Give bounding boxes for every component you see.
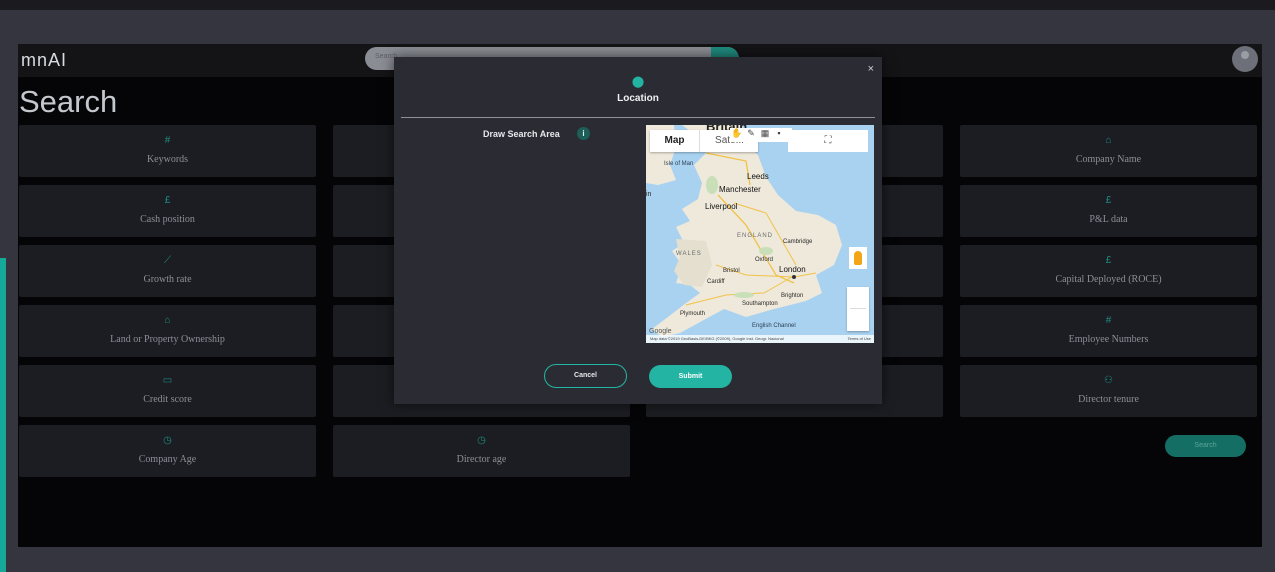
polygon-icon[interactable]: ▦ bbox=[758, 128, 772, 139]
tile-label: P&L data bbox=[1089, 214, 1128, 225]
tile-growth-rate[interactable]: ⟋ Growth rate bbox=[19, 245, 316, 297]
location-modal: × ⬤ Location Draw Search Area i Britain … bbox=[394, 57, 882, 404]
clock-icon: ◷ bbox=[477, 435, 486, 446]
tile-land-property[interactable]: ⌂ Land or Property Ownership bbox=[19, 305, 316, 357]
map-label: Cardiff bbox=[707, 279, 725, 285]
map-tab-map[interactable]: Map bbox=[650, 130, 700, 152]
tile-credit-score[interactable]: ▭ Credit score bbox=[19, 365, 316, 417]
hash-icon: # bbox=[164, 135, 171, 146]
tile-company-name[interactable]: ⌂ Company Name bbox=[960, 125, 1257, 177]
tile-label: Growth rate bbox=[143, 274, 192, 285]
hand-icon[interactable]: ✋ bbox=[730, 128, 744, 139]
pen-icon[interactable]: ✎ bbox=[744, 128, 758, 139]
tile-label: Director age bbox=[456, 454, 507, 465]
tile-label: Capital Deployed (ROCE) bbox=[1055, 274, 1162, 285]
draw-search-area-label: Draw Search Area bbox=[483, 129, 560, 139]
house-icon: ⌂ bbox=[164, 315, 171, 326]
chart-icon: ⟋ bbox=[164, 255, 171, 266]
tile-label: Employee Numbers bbox=[1068, 334, 1149, 345]
top-strip bbox=[0, 0, 1275, 10]
map-label: Brighton bbox=[781, 293, 804, 299]
location-pin-icon: ⬤ bbox=[631, 76, 645, 88]
search-button[interactable]: Search bbox=[1165, 435, 1246, 457]
drawing-toolbar[interactable]: ✋ ✎ ▦ ▪ bbox=[730, 128, 792, 142]
clock-icon: ◷ bbox=[163, 435, 172, 446]
zoom-control[interactable] bbox=[847, 287, 869, 331]
map-label: Oxford bbox=[755, 257, 774, 263]
tile-label: Director tenure bbox=[1078, 394, 1139, 405]
tile-label: Cash position bbox=[140, 214, 195, 225]
info-icon[interactable]: i bbox=[577, 127, 590, 140]
map-label: Cambridge bbox=[783, 239, 813, 245]
map-label: Leeds bbox=[747, 172, 769, 181]
tile-cash-position[interactable]: £ Cash position bbox=[19, 185, 316, 237]
map-label: WALES bbox=[676, 251, 702, 257]
map-label: Manchester bbox=[719, 185, 761, 194]
map-view[interactable]: Britain Map Sate... ✋✎▦▪ ⛶ Isle of Man i… bbox=[646, 125, 874, 343]
tile-company-age[interactable]: ◷ Company Age bbox=[19, 425, 316, 477]
modal-divider bbox=[401, 117, 875, 118]
map-label: in bbox=[646, 191, 652, 198]
attribution-text: Map data ©2019 GeoBasis-DE/BKG (©2009), … bbox=[650, 336, 784, 341]
map-label: Plymouth bbox=[680, 311, 706, 317]
map-label: Isle of Man bbox=[664, 161, 694, 167]
cancel-button[interactable]: Cancel bbox=[544, 364, 627, 388]
submit-button[interactable]: Submit bbox=[649, 365, 732, 388]
tile-keywords[interactable]: # Keywords bbox=[19, 125, 316, 177]
app-logo: mnAI bbox=[21, 50, 68, 70]
people-icon: ⚇ bbox=[1104, 375, 1113, 386]
map-label: English Channel bbox=[752, 323, 796, 329]
map-label: Liverpool bbox=[705, 202, 738, 211]
tile-label: Company Age bbox=[138, 454, 197, 465]
map-label: Southampton bbox=[742, 301, 778, 307]
left-accent-bar bbox=[0, 258, 6, 572]
pound-icon: £ bbox=[1105, 255, 1112, 266]
tile-pl-data[interactable]: £ P&L data bbox=[960, 185, 1257, 237]
tile-capital-deployed[interactable]: £ Capital Deployed (ROCE) bbox=[960, 245, 1257, 297]
tile-director-tenure[interactable]: ⚇ Director tenure bbox=[960, 365, 1257, 417]
building-icon: ⌂ bbox=[1105, 135, 1112, 146]
tile-label: Credit score bbox=[143, 394, 192, 405]
card-icon: ▭ bbox=[162, 375, 173, 386]
map-label: ENGLAND bbox=[737, 233, 774, 239]
tile-employee-numbers[interactable]: # Employee Numbers bbox=[960, 305, 1257, 357]
google-logo: Google bbox=[649, 328, 672, 335]
map-label: Bristol bbox=[723, 268, 740, 274]
tile-label: Keywords bbox=[146, 154, 189, 165]
terms-link[interactable]: Terms of Use bbox=[847, 335, 871, 343]
pound-icon: £ bbox=[1105, 195, 1112, 206]
hash-icon: # bbox=[1105, 315, 1112, 326]
page-title: Search bbox=[19, 84, 118, 119]
fullscreen-button[interactable]: ⛶ bbox=[788, 130, 868, 152]
tile-label: Company Name bbox=[1075, 154, 1142, 165]
map-attribution: Map data ©2019 GeoBasis-DE/BKG (©2009), … bbox=[646, 335, 874, 343]
close-icon[interactable]: × bbox=[868, 63, 874, 75]
pegman-icon[interactable] bbox=[849, 247, 867, 269]
tile-director-age[interactable]: ◷ Director age bbox=[333, 425, 630, 477]
tile-label: Land or Property Ownership bbox=[110, 334, 225, 345]
modal-title: Location bbox=[617, 93, 659, 104]
rectangle-icon[interactable]: ▪ bbox=[772, 128, 786, 138]
map-label: London bbox=[779, 265, 806, 274]
user-avatar[interactable] bbox=[1232, 46, 1258, 72]
pound-icon: £ bbox=[164, 195, 171, 206]
